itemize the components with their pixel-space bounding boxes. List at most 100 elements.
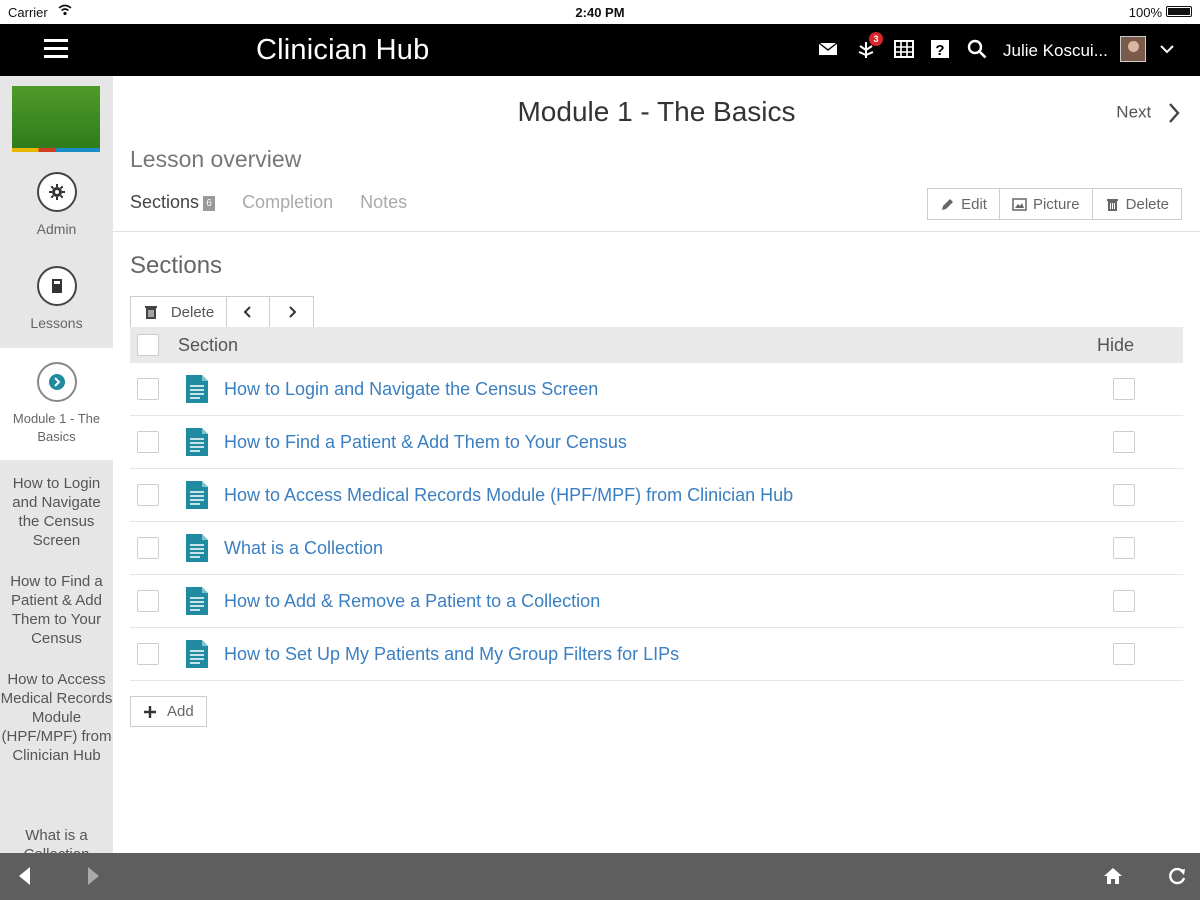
notifications-icon[interactable]: 3 <box>855 32 883 60</box>
svg-text:?: ? <box>935 42 944 59</box>
hide-checkbox[interactable] <box>1113 431 1135 453</box>
row-select-checkbox[interactable] <box>137 537 159 559</box>
plus-icon <box>144 705 156 718</box>
next-page-button[interactable] <box>270 297 313 327</box>
search-icon[interactable] <box>966 38 988 60</box>
tab-label: Sections <box>130 192 200 212</box>
row-select-checkbox[interactable] <box>137 484 159 506</box>
avatar[interactable] <box>1120 36 1146 62</box>
clock: 2:40 PM <box>575 5 625 20</box>
grid-icon[interactable] <box>893 38 915 60</box>
sidebar-item-label: Admin <box>36 221 77 237</box>
delete-lesson-button[interactable]: Delete <box>1092 189 1181 219</box>
lesson-overview-heading: Lesson overview <box>130 146 302 172</box>
help-icon[interactable]: ? <box>929 38 951 60</box>
column-header-section: Section <box>178 334 239 355</box>
edit-label: Edit <box>961 195 987 213</box>
document-icon <box>178 533 224 563</box>
back-arrow-icon[interactable] <box>14 865 36 887</box>
column-header-hide: Hide <box>1097 334 1135 355</box>
hide-checkbox[interactable] <box>1113 590 1135 612</box>
picture-button[interactable]: Picture <box>999 189 1093 219</box>
section-link[interactable]: How to Set Up My Patients and My Group F… <box>224 644 1113 665</box>
sidebar-item-label: Lessons <box>30 315 83 331</box>
left-sidebar: Admin Lessons Module 1 - The Basics How … <box>0 76 113 853</box>
select-all-checkbox[interactable] <box>137 334 159 356</box>
sidebar-section-item[interactable]: How to Access Medical Records Module (HP… <box>0 670 113 765</box>
chevron-left-icon <box>243 306 251 318</box>
tab-bar: Sections 6 Completion Notes <box>130 192 429 213</box>
mail-icon[interactable] <box>817 38 839 60</box>
document-icon <box>178 427 224 457</box>
hide-checkbox[interactable] <box>1113 643 1135 665</box>
add-section-button[interactable]: Add <box>130 696 207 727</box>
delete-label: Delete <box>1125 195 1169 213</box>
tab-completion[interactable]: Completion <box>242 192 333 213</box>
forward-arrow-icon[interactable] <box>82 865 104 887</box>
book-icon <box>36 266 77 306</box>
sidebar-item-label: Module 1 - The Basics <box>12 411 101 444</box>
table-row: How to Set Up My Patients and My Group F… <box>130 628 1183 681</box>
tab-sections[interactable]: Sections 6 <box>130 192 216 213</box>
table-toolbar: Delete <box>130 296 314 327</box>
delete-selected-label: Delete <box>170 303 215 321</box>
refresh-icon[interactable] <box>1166 865 1188 887</box>
organization-logo <box>12 86 100 152</box>
sidebar-item-lessons[interactable]: Lessons <box>0 266 113 348</box>
document-icon <box>178 586 224 616</box>
delete-selected-button[interactable]: Delete <box>131 297 227 327</box>
table-body: How to Login and Navigate the Census Scr… <box>130 363 1183 681</box>
trash-icon <box>144 306 157 319</box>
sidebar-item-admin[interactable]: Admin <box>0 172 113 239</box>
edit-button[interactable]: Edit <box>928 189 1000 219</box>
arrow-right-circle-icon <box>36 362 77 402</box>
hide-checkbox[interactable] <box>1113 378 1135 400</box>
table-row: How to Add & Remove a Patient to a Colle… <box>130 575 1183 628</box>
divider <box>113 231 1200 232</box>
chevron-right-icon <box>1169 103 1180 123</box>
chevron-right-icon <box>288 306 296 318</box>
bottom-toolbar <box>0 853 1200 900</box>
document-icon <box>178 639 224 669</box>
row-select-checkbox[interactable] <box>137 378 159 400</box>
section-link[interactable]: How to Add & Remove a Patient to a Colle… <box>224 591 1113 612</box>
table-row: How to Find a Patient & Add Them to Your… <box>130 416 1183 469</box>
tab-notes[interactable]: Notes <box>360 192 407 213</box>
table-row: How to Login and Navigate the Census Scr… <box>130 363 1183 416</box>
sidebar-item-module-1[interactable]: Module 1 - The Basics <box>0 348 113 460</box>
lesson-actions: Edit Picture Delete <box>927 188 1182 220</box>
user-name[interactable]: Julie Koscui... <box>1003 41 1108 61</box>
hide-checkbox[interactable] <box>1113 537 1135 559</box>
hamburger-menu-icon[interactable] <box>44 39 68 59</box>
table-row: How to Access Medical Records Module (HP… <box>130 469 1183 522</box>
hide-checkbox[interactable] <box>1113 484 1135 506</box>
chevron-down-icon[interactable] <box>1158 40 1176 58</box>
section-link[interactable]: How to Access Medical Records Module (HP… <box>224 485 1113 506</box>
table-row: What is a Collection <box>130 522 1183 575</box>
sections-table: Section Hide How to Login and Navigate t… <box>130 327 1183 681</box>
app-title: Clinician Hub <box>256 34 430 66</box>
pencil-icon <box>942 198 954 210</box>
app-header: Clinician Hub 3 ? Julie Koscui... <box>0 24 1200 76</box>
status-bar: Carrier 2:40 PM 100% <box>0 0 1200 24</box>
sidebar-section-item[interactable]: How to Login and Navigate the Census Scr… <box>0 474 113 550</box>
home-icon[interactable] <box>1102 865 1124 887</box>
row-select-checkbox[interactable] <box>137 431 159 453</box>
logo-strip <box>12 148 100 152</box>
row-select-checkbox[interactable] <box>137 643 159 665</box>
next-label: Next <box>1116 102 1152 122</box>
sidebar-section-item[interactable]: How to Find a Patient & Add Them to Your… <box>0 572 113 648</box>
section-link[interactable]: How to Find a Patient & Add Them to Your… <box>224 432 1113 453</box>
battery-icon <box>1166 6 1192 17</box>
page-title: Module 1 - The Basics <box>517 96 796 127</box>
section-link[interactable]: What is a Collection <box>224 538 1113 559</box>
previous-button[interactable] <box>227 297 270 327</box>
gear-icon <box>36 172 77 212</box>
add-label: Add <box>167 703 194 720</box>
battery-percent: 100% <box>1128 5 1162 20</box>
sidebar-section-item[interactable]: What is a Collection <box>0 826 113 853</box>
row-select-checkbox[interactable] <box>137 590 159 612</box>
next-button[interactable]: Next <box>1116 102 1182 124</box>
main-content: Module 1 - The Basics Next Lesson overvi… <box>113 76 1200 853</box>
section-link[interactable]: How to Login and Navigate the Census Scr… <box>224 379 1113 400</box>
